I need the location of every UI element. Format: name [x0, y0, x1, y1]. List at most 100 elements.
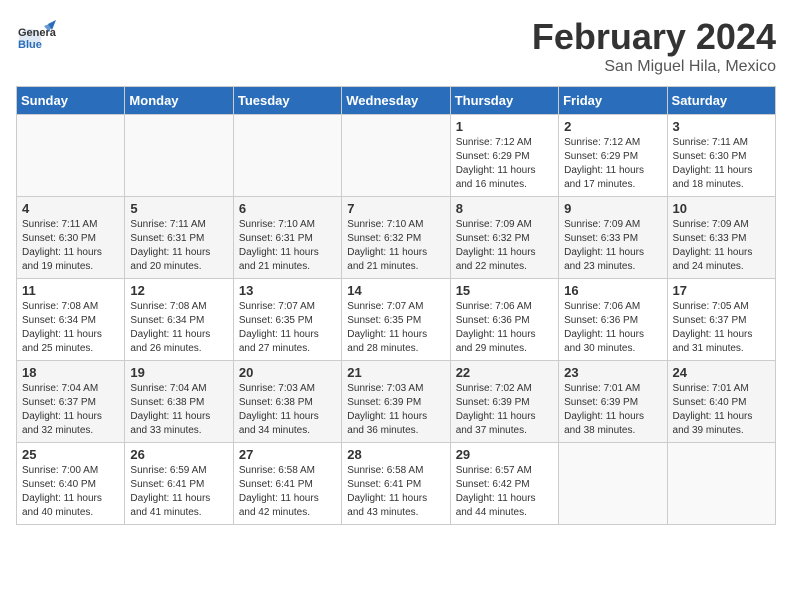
day-number: 29: [456, 447, 553, 462]
month-title: February 2024: [532, 16, 776, 58]
day-number: 25: [22, 447, 119, 462]
day-info: Sunrise: 7:09 AM Sunset: 6:33 PM Dayligh…: [564, 218, 661, 274]
calendar-cell: 8 Sunrise: 7:09 AM Sunset: 6:32 PM Daylig…: [450, 197, 558, 279]
calendar-cell: 23 Sunrise: 7:01 AM Sunset: 6:39 PM Dayli…: [559, 361, 667, 443]
calendar-cell: 10Sunrise: 7:09 AM Sunset: 6:33 PM Dayli…: [667, 197, 775, 279]
calendar-cell: 5 Sunrise: 7:11 AM Sunset: 6:31 PM Daylig…: [125, 197, 233, 279]
day-number: 8: [456, 201, 553, 216]
day-number: 28: [347, 447, 444, 462]
day-info: Sunrise: 7:03 AM Sunset: 6:38 PM Dayligh…: [239, 382, 336, 438]
calendar-cell: 25Sunrise: 7:00 AM Sunset: 6:40 PM Dayli…: [17, 443, 125, 525]
day-number: 2: [564, 119, 661, 134]
col-header-sunday: Sunday: [17, 87, 125, 115]
calendar-cell: 12 Sunrise: 7:08 AM Sunset: 6:34 PM Dayli…: [125, 279, 233, 361]
calendar-cell: 7Sunrise: 7:10 AM Sunset: 6:32 PM Daylig…: [342, 197, 450, 279]
day-info: Sunrise: 7:02 AM Sunset: 6:39 PM Dayligh…: [456, 382, 553, 438]
day-number: 10: [673, 201, 770, 216]
day-number: 18: [22, 365, 119, 380]
week-row-5: 25Sunrise: 7:00 AM Sunset: 6:40 PM Dayli…: [17, 443, 776, 525]
col-header-monday: Monday: [125, 87, 233, 115]
day-number: 23: [564, 365, 661, 380]
day-number: 19: [130, 365, 227, 380]
calendar-cell: [667, 443, 775, 525]
calendar-header-row: SundayMondayTuesdayWednesdayThursdayFrid…: [17, 87, 776, 115]
col-header-wednesday: Wednesday: [342, 87, 450, 115]
logo: General Blue: [16, 16, 56, 56]
calendar-cell: 15 Sunrise: 7:06 AM Sunset: 6:36 PM Dayli…: [450, 279, 558, 361]
calendar-cell: 22 Sunrise: 7:02 AM Sunset: 6:39 PM Dayli…: [450, 361, 558, 443]
calendar-cell: 27 Sunrise: 6:58 AM Sunset: 6:41 PM Dayli…: [233, 443, 341, 525]
day-number: 5: [130, 201, 227, 216]
day-info: Sunrise: 7:01 AM Sunset: 6:40 PM Dayligh…: [673, 382, 770, 438]
day-info: Sunrise: 7:06 AM Sunset: 6:36 PM Dayligh…: [564, 300, 661, 356]
day-info: Sunrise: 7:05 AM Sunset: 6:37 PM Dayligh…: [673, 300, 770, 356]
calendar-cell: 21 Sunrise: 7:03 AM Sunset: 6:39 PM Dayli…: [342, 361, 450, 443]
calendar-table: SundayMondayTuesdayWednesdayThursdayFrid…: [16, 86, 776, 525]
day-info: Sunrise: 7:01 AM Sunset: 6:39 PM Dayligh…: [564, 382, 661, 438]
calendar-cell: 14Sunrise: 7:07 AM Sunset: 6:35 PM Dayli…: [342, 279, 450, 361]
day-number: 27: [239, 447, 336, 462]
day-info: Sunrise: 6:57 AM Sunset: 6:42 PM Dayligh…: [456, 464, 553, 520]
day-number: 20: [239, 365, 336, 380]
calendar-cell: 17 Sunrise: 7:05 AM Sunset: 6:37 PM Dayli…: [667, 279, 775, 361]
day-info: Sunrise: 7:07 AM Sunset: 6:35 PM Dayligh…: [347, 300, 444, 356]
calendar-cell: 18 Sunrise: 7:04 AM Sunset: 6:37 PM Dayli…: [17, 361, 125, 443]
day-info: Sunrise: 7:08 AM Sunset: 6:34 PM Dayligh…: [130, 300, 227, 356]
day-info: Sunrise: 7:06 AM Sunset: 6:36 PM Dayligh…: [456, 300, 553, 356]
day-info: Sunrise: 7:04 AM Sunset: 6:38 PM Dayligh…: [130, 382, 227, 438]
day-info: Sunrise: 7:11 AM Sunset: 6:31 PM Dayligh…: [130, 218, 227, 274]
col-header-friday: Friday: [559, 87, 667, 115]
day-info: Sunrise: 7:10 AM Sunset: 6:32 PM Dayligh…: [347, 218, 444, 274]
location-subtitle: San Miguel Hila, Mexico: [532, 58, 776, 76]
calendar-cell: 4 Sunrise: 7:11 AM Sunset: 6:30 PM Daylig…: [17, 197, 125, 279]
day-number: 22: [456, 365, 553, 380]
logo-icon: General Blue: [16, 16, 56, 56]
week-row-2: 4 Sunrise: 7:11 AM Sunset: 6:30 PM Daylig…: [17, 197, 776, 279]
day-info: Sunrise: 6:58 AM Sunset: 6:41 PM Dayligh…: [347, 464, 444, 520]
day-number: 15: [456, 283, 553, 298]
calendar-cell: [125, 115, 233, 197]
day-info: Sunrise: 6:59 AM Sunset: 6:41 PM Dayligh…: [130, 464, 227, 520]
day-number: 6: [239, 201, 336, 216]
calendar-cell: [342, 115, 450, 197]
calendar-cell: 6 Sunrise: 7:10 AM Sunset: 6:31 PM Daylig…: [233, 197, 341, 279]
calendar-cell: 11 Sunrise: 7:08 AM Sunset: 6:34 PM Dayli…: [17, 279, 125, 361]
col-header-saturday: Saturday: [667, 87, 775, 115]
calendar-cell: 26 Sunrise: 6:59 AM Sunset: 6:41 PM Dayli…: [125, 443, 233, 525]
day-number: 9: [564, 201, 661, 216]
day-number: 16: [564, 283, 661, 298]
day-info: Sunrise: 7:10 AM Sunset: 6:31 PM Dayligh…: [239, 218, 336, 274]
week-row-4: 18 Sunrise: 7:04 AM Sunset: 6:37 PM Dayli…: [17, 361, 776, 443]
day-number: 17: [673, 283, 770, 298]
calendar-cell: 20 Sunrise: 7:03 AM Sunset: 6:38 PM Dayli…: [233, 361, 341, 443]
calendar-cell: 16 Sunrise: 7:06 AM Sunset: 6:36 PM Dayli…: [559, 279, 667, 361]
day-info: Sunrise: 7:12 AM Sunset: 6:29 PM Dayligh…: [564, 136, 661, 192]
day-info: Sunrise: 7:04 AM Sunset: 6:37 PM Dayligh…: [22, 382, 119, 438]
day-number: 1: [456, 119, 553, 134]
day-number: 26: [130, 447, 227, 462]
calendar-cell: 29 Sunrise: 6:57 AM Sunset: 6:42 PM Dayli…: [450, 443, 558, 525]
day-info: Sunrise: 7:11 AM Sunset: 6:30 PM Dayligh…: [673, 136, 770, 192]
calendar-cell: 28 Sunrise: 6:58 AM Sunset: 6:41 PM Dayli…: [342, 443, 450, 525]
day-number: 13: [239, 283, 336, 298]
calendar-cell: [233, 115, 341, 197]
day-number: 11: [22, 283, 119, 298]
day-info: Sunrise: 7:07 AM Sunset: 6:35 PM Dayligh…: [239, 300, 336, 356]
calendar-cell: 2 Sunrise: 7:12 AM Sunset: 6:29 PM Daylig…: [559, 115, 667, 197]
calendar-cell: 9 Sunrise: 7:09 AM Sunset: 6:33 PM Daylig…: [559, 197, 667, 279]
day-info: Sunrise: 7:09 AM Sunset: 6:32 PM Dayligh…: [456, 218, 553, 274]
day-number: 3: [673, 119, 770, 134]
day-info: Sunrise: 6:58 AM Sunset: 6:41 PM Dayligh…: [239, 464, 336, 520]
calendar-cell: 1Sunrise: 7:12 AM Sunset: 6:29 PM Daylig…: [450, 115, 558, 197]
day-number: 21: [347, 365, 444, 380]
col-header-tuesday: Tuesday: [233, 87, 341, 115]
day-info: Sunrise: 7:03 AM Sunset: 6:39 PM Dayligh…: [347, 382, 444, 438]
day-number: 24: [673, 365, 770, 380]
calendar-cell: 13 Sunrise: 7:07 AM Sunset: 6:35 PM Dayli…: [233, 279, 341, 361]
page-header: General Blue February 2024 San Miguel Hi…: [16, 16, 776, 76]
day-info: Sunrise: 7:08 AM Sunset: 6:34 PM Dayligh…: [22, 300, 119, 356]
day-number: 4: [22, 201, 119, 216]
day-number: 12: [130, 283, 227, 298]
day-info: Sunrise: 7:11 AM Sunset: 6:30 PM Dayligh…: [22, 218, 119, 274]
calendar-cell: 3 Sunrise: 7:11 AM Sunset: 6:30 PM Daylig…: [667, 115, 775, 197]
